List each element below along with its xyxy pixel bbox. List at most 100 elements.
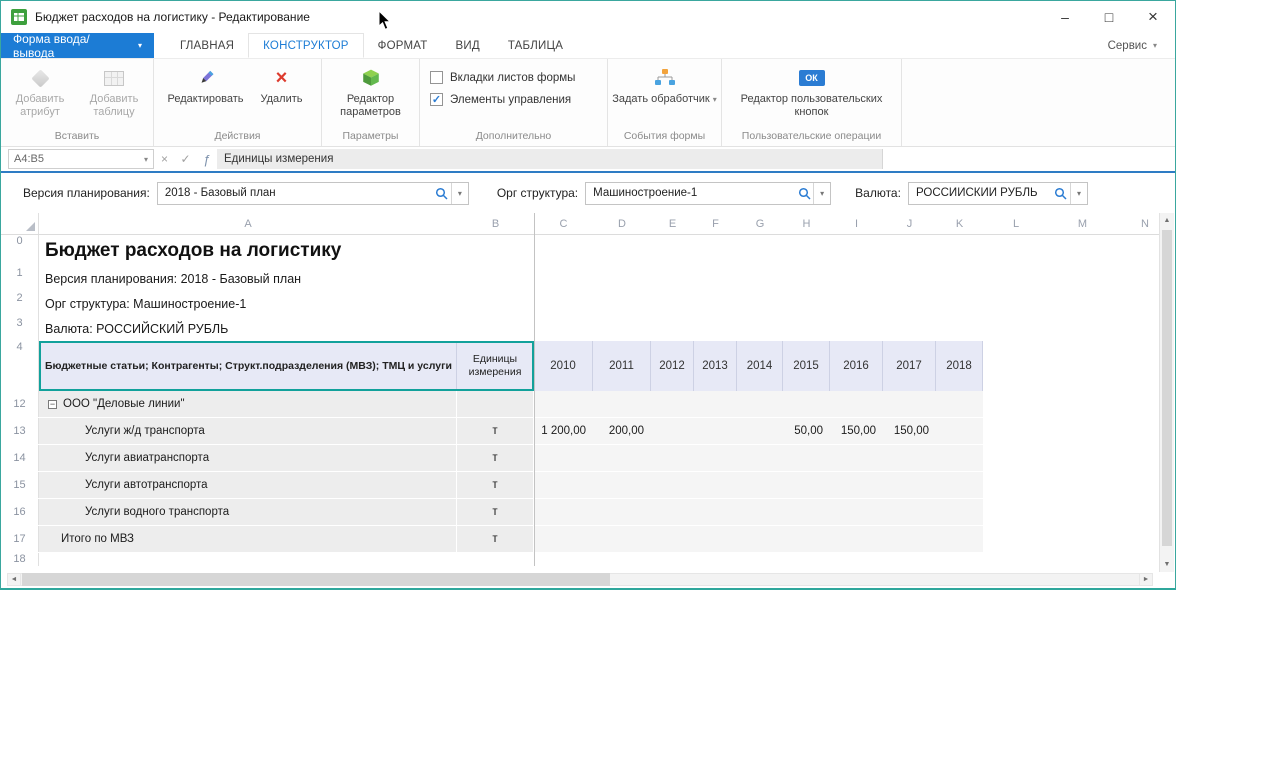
cell-A2[interactable]: Орг структура: Машиностроение-1 (39, 292, 1159, 317)
cell-E16[interactable] (651, 499, 694, 525)
vertical-scroll-thumb[interactable] (1162, 230, 1172, 546)
cell-D16[interactable] (593, 499, 651, 525)
cell-J4[interactable]: 2017 (883, 341, 936, 391)
cell-E13[interactable] (651, 418, 694, 444)
row-header-18[interactable]: 18 (1, 553, 39, 566)
add-table-button[interactable]: Добавить таблицу (77, 63, 151, 118)
cell-G15[interactable] (737, 472, 783, 498)
column-header-A[interactable]: A (39, 213, 457, 234)
cell-C13[interactable]: 1 200,00 (534, 418, 593, 444)
column-header-L[interactable]: L (983, 213, 1049, 234)
row-header-16[interactable]: 16 (1, 499, 39, 525)
scroll-up-icon[interactable]: ▲ (1160, 213, 1174, 228)
cell-I15[interactable] (830, 472, 883, 498)
cell-G14[interactable] (737, 445, 783, 471)
scroll-down-icon[interactable]: ▼ (1160, 557, 1174, 572)
row-header-17[interactable]: 17 (1, 526, 39, 552)
cell-C15[interactable] (534, 472, 593, 498)
cell-L16[interactable] (983, 499, 1049, 525)
cell-F15[interactable] (694, 472, 737, 498)
cell-H12[interactable] (783, 391, 830, 417)
cell-B13[interactable]: т (457, 418, 534, 444)
column-header-B[interactable]: B (457, 213, 534, 234)
column-header-G[interactable]: G (737, 213, 783, 234)
parameter-editor-button[interactable]: Редактор параметров (326, 63, 416, 118)
cell-N13[interactable] (1116, 418, 1159, 444)
cell-K16[interactable] (936, 499, 983, 525)
column-header-E[interactable]: E (651, 213, 694, 234)
cell-C17[interactable] (534, 526, 593, 552)
cell-F4[interactable]: 2013 (694, 341, 737, 391)
cell-E17[interactable] (651, 526, 694, 552)
row-header-1[interactable]: 1 (1, 267, 39, 292)
scroll-right-icon[interactable]: ► (1139, 573, 1153, 586)
row-header-3[interactable]: 3 (1, 317, 39, 341)
cell-G12[interactable] (737, 391, 783, 417)
column-header-H[interactable]: H (783, 213, 830, 234)
name-box[interactable]: A4:B5 ▾ (8, 149, 154, 169)
form-io-menu-button[interactable]: Форма ввода/вывода ▾ (1, 33, 154, 58)
delete-button[interactable]: × Удалить (250, 63, 314, 106)
column-header-J[interactable]: J (883, 213, 936, 234)
formula-input[interactable]: Единицы измерения (217, 149, 883, 169)
cell-K13[interactable] (936, 418, 983, 444)
cell-D14[interactable] (593, 445, 651, 471)
horizontal-scrollbar[interactable]: ◄ ► (1, 572, 1175, 588)
cell-H15[interactable] (783, 472, 830, 498)
column-header-F[interactable]: F (694, 213, 737, 234)
column-header-K[interactable]: K (936, 213, 983, 234)
cell-B16[interactable]: т (457, 499, 534, 525)
search-icon[interactable] (1052, 187, 1070, 200)
row-header-12[interactable]: 12 (1, 391, 39, 417)
cell-F12[interactable] (694, 391, 737, 417)
currency-input[interactable]: РОССИЙСКИЙ РУБЛЬ ▾ (908, 182, 1088, 205)
cell-L4[interactable] (983, 341, 1049, 391)
cell-G16[interactable] (737, 499, 783, 525)
cell-L12[interactable] (983, 391, 1049, 417)
cell-K17[interactable] (936, 526, 983, 552)
cell-M12[interactable] (1049, 391, 1116, 417)
cell-G13[interactable] (737, 418, 783, 444)
cell-N4[interactable] (1116, 341, 1159, 391)
cell-C4[interactable]: 2010 (534, 341, 593, 391)
row-header-2[interactable]: 2 (1, 292, 39, 317)
cell-B17[interactable]: т (457, 526, 534, 552)
cell-L14[interactable] (983, 445, 1049, 471)
cell-E15[interactable] (651, 472, 694, 498)
search-icon[interactable] (795, 187, 813, 200)
org-structure-input[interactable]: Машиностроение-1 ▾ (585, 182, 831, 205)
function-icon[interactable]: ƒ (196, 152, 217, 167)
cell-H16[interactable] (783, 499, 830, 525)
cell-I4[interactable]: 2016 (830, 341, 883, 391)
column-header-C[interactable]: C (534, 213, 593, 234)
cell-B4[interactable]: Единицы измерения (457, 341, 534, 391)
column-header-M[interactable]: M (1049, 213, 1116, 234)
cell-G17[interactable] (737, 526, 783, 552)
tab-konstruktor[interactable]: КОНСТРУКТОР (248, 33, 364, 58)
cell-K12[interactable] (936, 391, 983, 417)
cell-G4[interactable]: 2014 (737, 341, 783, 391)
cell-C14[interactable] (534, 445, 593, 471)
set-handler-button[interactable]: Задать обработчик ▾ (612, 63, 718, 107)
cell-M15[interactable] (1049, 472, 1116, 498)
cell-J15[interactable] (883, 472, 936, 498)
version-input[interactable]: 2018 - Базовый план ▾ (157, 182, 469, 205)
titlebar[interactable]: Бюджет расходов на логистику - Редактиро… (1, 1, 1175, 33)
cell-F14[interactable] (694, 445, 737, 471)
cell-E14[interactable] (651, 445, 694, 471)
tab-tablitsa[interactable]: ТАБЛИЦА (494, 33, 577, 58)
cell-A3[interactable]: Валюта: РОССИЙСКИЙ РУБЛЬ (39, 317, 1159, 341)
add-attribute-button[interactable]: Добавить атрибут (3, 63, 77, 118)
chevron-down-icon[interactable]: ▾ (813, 183, 830, 204)
cell-L15[interactable] (983, 472, 1049, 498)
row-header-14[interactable]: 14 (1, 445, 39, 471)
cell-L13[interactable] (983, 418, 1049, 444)
cancel-icon[interactable]: × (154, 152, 175, 166)
cell-I14[interactable] (830, 445, 883, 471)
cell-A12[interactable]: −ООО "Деловые линии" (39, 391, 457, 417)
chevron-down-icon[interactable]: ▾ (451, 183, 468, 204)
cell-F16[interactable] (694, 499, 737, 525)
tab-vid[interactable]: ВИД (441, 33, 493, 58)
row-header-0[interactable]: 0 (1, 235, 39, 267)
cell-A15[interactable]: Услуги автотранспорта (39, 472, 457, 498)
